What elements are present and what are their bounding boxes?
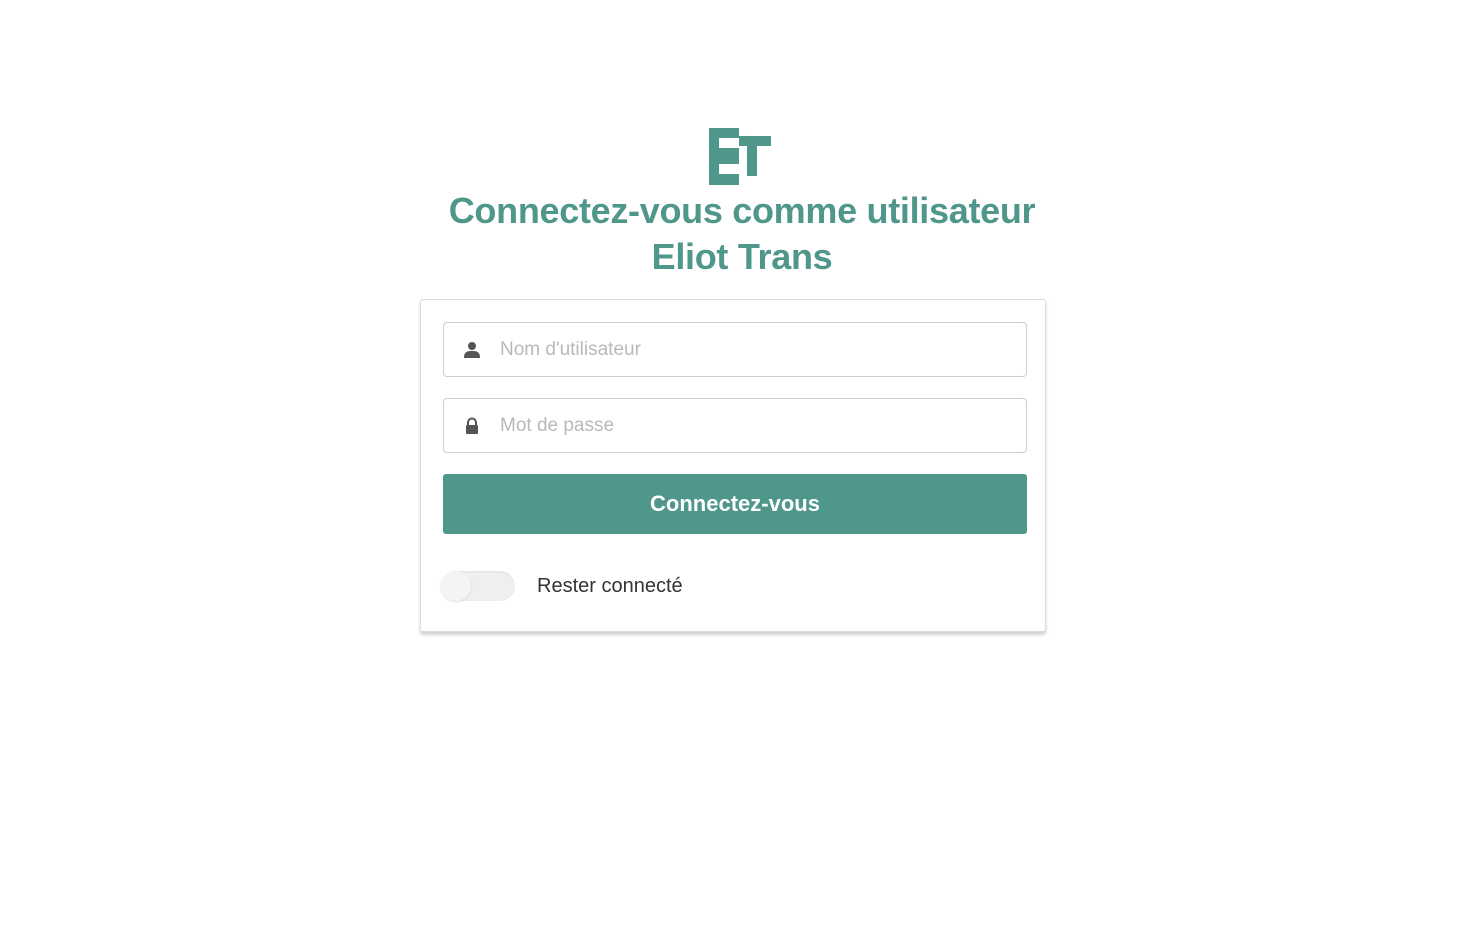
username-input[interactable] xyxy=(500,323,1010,376)
password-field[interactable] xyxy=(443,398,1027,453)
eliot-trans-logo xyxy=(709,128,771,185)
page-title-line-1: Connectez-vous comme utilisateur xyxy=(448,190,1036,231)
lock-icon xyxy=(466,417,478,434)
remember-me: Rester connecté xyxy=(441,570,683,602)
login-card: Connectez-vous Rester connecté xyxy=(420,299,1046,632)
remember-me-toggle[interactable] xyxy=(441,571,515,601)
login-button[interactable]: Connectez-vous xyxy=(443,474,1027,534)
page-title: Connectez-vous comme utilisateur Eliot T… xyxy=(420,188,1064,280)
toggle-knob xyxy=(441,571,471,601)
remember-me-label[interactable]: Rester connecté xyxy=(537,575,683,598)
user-icon xyxy=(464,342,480,358)
password-input[interactable] xyxy=(500,399,1010,452)
login-page: Connectez-vous comme utilisateur Eliot T… xyxy=(0,0,1474,942)
username-field[interactable] xyxy=(443,322,1027,377)
page-title-line-2: Eliot Trans xyxy=(651,236,833,277)
